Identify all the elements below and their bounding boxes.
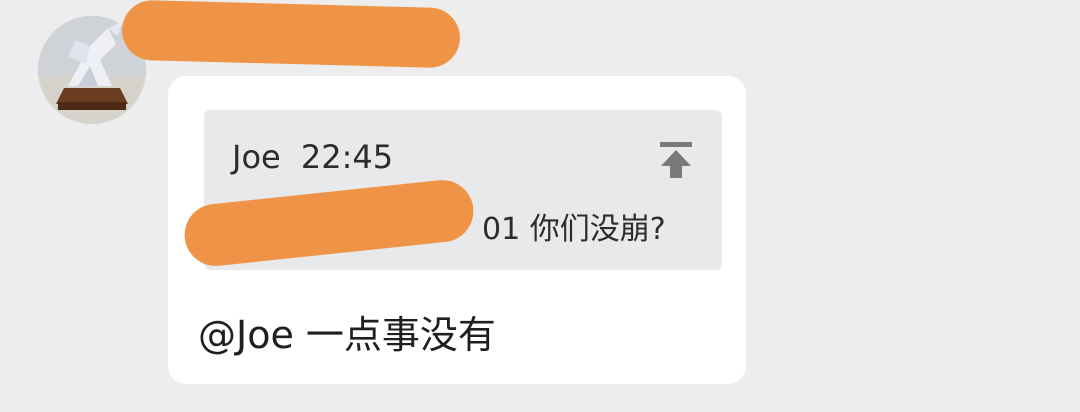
quote-author: Joe [232,138,281,176]
quote-time: 22:45 [300,138,394,176]
reply-text: @Joe 一点事没有 [198,313,496,357]
quote-text: 01 你们没崩? [482,212,666,247]
pin-to-top-icon[interactable] [658,140,694,180]
redacted-sender-name [121,0,461,69]
quote-header: Joe 22:45 [232,138,393,176]
